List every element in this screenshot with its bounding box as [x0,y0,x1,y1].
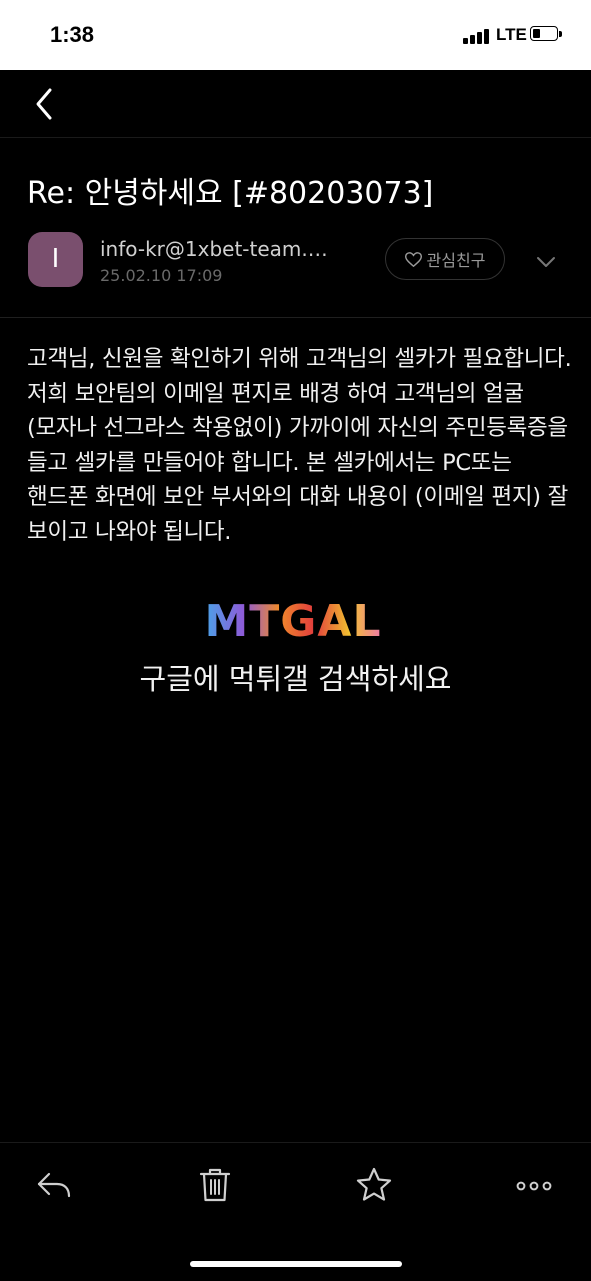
network-type: LTE [496,25,527,44]
reply-icon [37,1172,71,1198]
email-subject: Re: 안녕하세요 [#80203073] [27,176,434,211]
back-button[interactable] [30,86,60,122]
email-date: 25.02.10 17:09 [100,266,223,285]
chevron-left-icon [36,88,52,120]
more-button[interactable] [515,1165,555,1205]
status-time: 1:38 [50,22,95,47]
sender-address[interactable]: info-kr@1xbet-team.… [100,237,328,261]
follow-label: 관심친구 [426,251,486,270]
mtgal-logo: MTGAL [204,596,381,644]
sender-avatar[interactable]: I [28,232,83,287]
home-indicator[interactable] [190,1261,402,1267]
svg-text:MTGAL: MTGAL [204,596,381,644]
reply-button[interactable] [35,1165,75,1205]
trash-icon [199,1168,231,1202]
star-icon [356,1167,392,1201]
chevron-down-icon [537,257,555,267]
signal-icon [463,28,493,44]
bottom-toolbar [0,1142,591,1281]
email-body: 고객님, 신원을 확인하기 위해 고객님의 셀카가 필요합니다. 저희 보안팀의… [27,346,572,545]
more-icon [516,1181,552,1191]
status-bar: 1:38 LTE [0,0,591,70]
follow-button[interactable]: 관심친구 [385,238,505,280]
battery-icon [530,26,562,43]
header-divider [0,317,591,318]
delete-button[interactable] [195,1165,235,1205]
favorite-button[interactable] [354,1165,394,1205]
heart-icon [404,251,422,267]
top-nav [0,70,591,138]
expand-details-button[interactable] [534,250,558,274]
watermark-caption: 구글에 먹튀갤 검색하세요 [139,662,452,696]
